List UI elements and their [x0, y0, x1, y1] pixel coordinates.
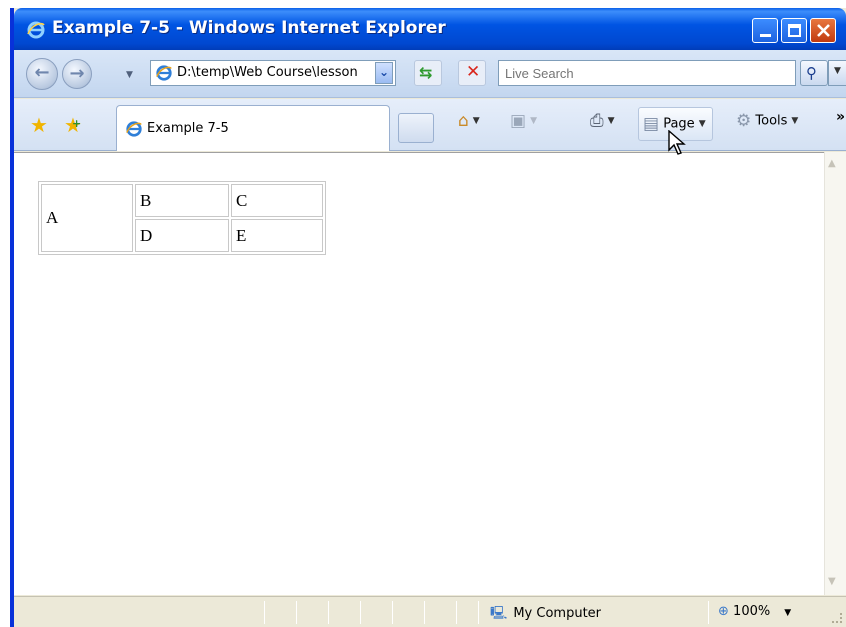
chevron-down-icon: ▼: [834, 66, 841, 76]
more-tools-button[interactable]: »: [836, 109, 845, 125]
status-divider: [296, 601, 297, 624]
table-cell: D: [135, 219, 229, 252]
status-divider: [328, 601, 329, 624]
ie-logo-icon: [27, 21, 45, 39]
ie-page-icon: [126, 121, 142, 137]
page-content: A B C D E: [14, 152, 824, 595]
resize-grip[interactable]: [832, 613, 842, 623]
gear-icon: ⚙: [736, 111, 752, 131]
ie-page-icon: [156, 65, 172, 81]
scroll-down-icon[interactable]: ▼: [828, 576, 836, 587]
vertical-scrollbar[interactable]: ▲ ▼: [824, 152, 846, 595]
back-arrow-icon: ←: [34, 62, 50, 83]
browser-window: Example 7-5 - Windows Internet Explorer …: [10, 8, 846, 627]
search-field[interactable]: [498, 60, 796, 86]
address-dropdown-button[interactable]: ⌄: [375, 62, 393, 84]
minimize-icon: [760, 34, 771, 37]
chevron-down-icon: ⌄: [379, 65, 390, 79]
page-icon: ▤: [643, 114, 660, 134]
print-icon: ⎙: [590, 111, 604, 131]
table-row: A B C: [41, 184, 323, 252]
refresh-button[interactable]: ⇆: [414, 60, 442, 86]
search-input[interactable]: [499, 61, 795, 85]
forward-arrow-icon: →: [69, 63, 85, 84]
search-icon: ⚲: [806, 64, 817, 82]
zoom-label: 100%: [733, 604, 771, 619]
address-bar[interactable]: D:\temp\Web Course\lesson: [150, 60, 396, 86]
tools-menu-label: Tools: [755, 113, 788, 129]
mouse-cursor-icon: [668, 130, 686, 155]
status-divider: [478, 601, 479, 624]
content-table: A B C D E: [38, 181, 326, 255]
home-button[interactable]: ⌂ ▼: [458, 111, 480, 137]
home-icon: ⌂: [458, 111, 469, 131]
feeds-icon: ▣: [510, 111, 527, 131]
chevron-down-icon: ▼: [784, 608, 792, 618]
close-icon: [817, 24, 830, 37]
status-divider: [424, 601, 425, 624]
search-options-dropdown[interactable]: ▼: [828, 60, 846, 86]
forward-button[interactable]: →: [62, 59, 92, 89]
close-button[interactable]: [810, 18, 836, 43]
refresh-icon: ⇆: [419, 63, 433, 82]
table-cell: B: [135, 184, 229, 217]
status-bar: 🖳 My Computer ⊕ 100% ▼: [14, 596, 846, 627]
zoom-control[interactable]: ⊕ 100% ▼: [718, 604, 791, 619]
maximize-icon: [788, 24, 801, 37]
status-divider: [360, 601, 361, 624]
back-button[interactable]: ←: [26, 58, 58, 90]
chevron-down-icon: ▼: [698, 119, 706, 129]
search-button[interactable]: ⚲: [800, 60, 828, 86]
feeds-button[interactable]: ▣ ▼: [510, 111, 537, 137]
table-cell: C: [231, 184, 323, 217]
chevron-down-icon: ▼: [791, 116, 799, 126]
scroll-up-icon[interactable]: ▲: [828, 158, 836, 169]
table-cell: E: [231, 219, 323, 252]
status-divider: [708, 601, 709, 624]
status-divider: [392, 601, 393, 624]
chevron-down-icon[interactable]: ▼: [608, 116, 615, 126]
status-divider: [456, 601, 457, 624]
zone-label: My Computer: [513, 606, 602, 621]
security-zone[interactable]: 🖳 My Computer: [490, 604, 601, 626]
computer-icon: 🖳: [490, 606, 508, 621]
tab-example-7-5[interactable]: Example 7-5: [116, 105, 390, 151]
favorites-star-icon[interactable]: ★: [30, 113, 48, 137]
zoom-icon: ⊕: [718, 604, 729, 619]
status-divider: [264, 601, 265, 624]
stop-icon: ✕: [466, 62, 481, 82]
tab-label: Example 7-5: [147, 121, 229, 136]
chevron-down-icon[interactable]: ▼: [473, 116, 480, 126]
print-button[interactable]: ⎙ ▼: [590, 111, 615, 137]
address-toolbar: ← → ▼ D:\temp\Web Course\lesson ⌄ ⇆ ✕ ⚲: [14, 50, 846, 98]
add-favorite-icon[interactable]: ★ +: [64, 113, 82, 137]
recent-pages-dropdown[interactable]: ▼: [126, 70, 133, 80]
maximize-button[interactable]: [781, 18, 807, 43]
tools-menu-button[interactable]: ⚙ Tools ▼: [736, 111, 798, 137]
stop-button[interactable]: ✕: [458, 60, 486, 86]
minimize-button[interactable]: [752, 18, 778, 43]
tab-toolbar: ★ ★ + Example 7-5 ⌂ ▼ ▣ ▼ ⎙ ▼ ▤ Page ▼ ⚙ Tool…: [14, 99, 846, 151]
table-cell: A: [41, 184, 133, 252]
window-title: Example 7-5 - Windows Internet Explorer: [52, 18, 446, 38]
chevron-down-icon[interactable]: ▼: [530, 116, 537, 126]
address-url: D:\temp\Web Course\lesson: [177, 65, 358, 80]
new-tab-button[interactable]: [398, 113, 434, 143]
title-bar[interactable]: Example 7-5 - Windows Internet Explorer: [14, 8, 846, 50]
